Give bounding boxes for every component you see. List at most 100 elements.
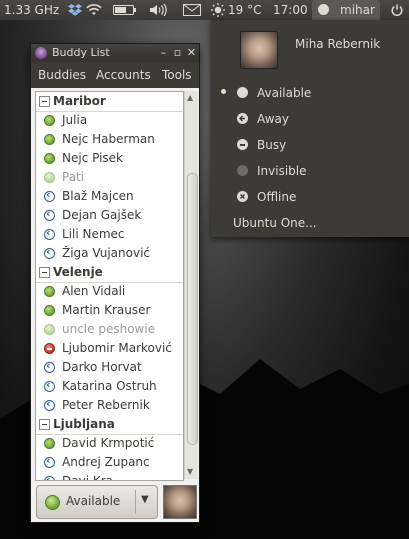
chevron-down-icon[interactable]: ▼	[141, 494, 149, 505]
me-menu-button[interactable]: mihar	[312, 0, 380, 20]
available-icon	[237, 87, 248, 98]
status-available-icon	[318, 4, 329, 15]
scrollbar[interactable]: ▲ ▼	[184, 91, 198, 479]
status-label: Available	[257, 86, 312, 100]
buddy-row[interactable]: Darko Horvat	[36, 358, 183, 377]
status-away-icon	[44, 473, 55, 480]
group-header[interactable]: Maribor	[36, 92, 183, 112]
buddy-name: Nejc Pisek	[62, 151, 123, 165]
buddy-row[interactable]: Ljubomir Marković	[36, 339, 183, 358]
titlebar[interactable]: Buddy List – ▫ ✕	[31, 44, 199, 62]
user-name: mihar	[340, 3, 375, 17]
buddy-row[interactable]: Alen Vidali	[36, 282, 183, 301]
cpu-frequency[interactable]: 1.33 GHz	[4, 0, 59, 20]
status-label: Busy	[257, 138, 287, 152]
status-away-icon	[44, 397, 55, 411]
status-selector[interactable]: Available ▼	[36, 485, 158, 519]
ubuntu-one-item[interactable]: Ubuntu One...	[233, 216, 317, 230]
group-header[interactable]: Ljubljana	[36, 415, 183, 435]
status-idle-icon	[44, 172, 55, 183]
buddy-row[interactable]: Martin Krauser	[36, 301, 183, 320]
buddy-name: David Krmpotić	[62, 436, 155, 450]
status-label: Invisible	[257, 164, 307, 178]
buddy-row[interactable]: Davi Kra	[36, 472, 183, 481]
status-available-icon	[44, 115, 55, 126]
clock[interactable]: 17:00	[273, 0, 308, 20]
me-menu: Miha Rebernik Available Away Busy Invisi…	[211, 20, 409, 237]
buddy-name: Nejc Haberman	[62, 132, 155, 146]
buddy-row[interactable]: Peter Rebernik	[36, 396, 183, 415]
status-item-away[interactable]: Away	[211, 107, 409, 131]
status-idle-icon	[44, 324, 55, 335]
status-selector-label: Available	[66, 494, 121, 508]
top-panel: 1.33 GHz 19 °C 17:00 mihar	[0, 0, 409, 20]
status-available-icon	[44, 134, 55, 145]
status-bar: Available ▼	[31, 482, 199, 522]
buddy-name: Andrej Zupanc	[62, 455, 150, 469]
buddy-row[interactable]: Andrej Zupanc	[36, 453, 183, 472]
collapse-icon[interactable]	[39, 419, 50, 430]
maximize-icon[interactable]: ▫	[172, 46, 183, 59]
status-away-icon	[44, 207, 55, 221]
scroll-thumb[interactable]	[187, 173, 198, 445]
buddy-name: Davi Kra	[62, 474, 113, 481]
buddy-row[interactable]: Katarina Ostruh	[36, 377, 183, 396]
scroll-down-icon[interactable]: ▼	[187, 467, 193, 476]
power-icon[interactable]	[391, 0, 403, 20]
buddy-row[interactable]: Dejan Gajšek	[36, 206, 183, 225]
status-item-invisible[interactable]: Invisible	[211, 159, 409, 183]
menu-buddies[interactable]: Buddies	[38, 68, 86, 82]
dropbox-icon[interactable]	[68, 0, 82, 20]
buddy-list: Maribor Julia Nejc Haberman Nejc Pisek Pati B…	[35, 91, 184, 481]
buddy-name: Katarina Ostruh	[62, 379, 157, 393]
buddy-row[interactable]: Julia	[36, 111, 183, 130]
status-away-icon	[44, 378, 55, 392]
close-icon[interactable]: ✕	[186, 46, 197, 59]
buddy-row[interactable]: Nejc Pisek	[36, 149, 183, 168]
status-available-icon	[44, 438, 55, 449]
status-item-offline[interactable]: Offline	[211, 185, 409, 209]
weather-temperature[interactable]: 19 °C	[228, 0, 261, 20]
offline-icon	[237, 191, 248, 202]
buddy-row[interactable]: Žiga Vujanović	[36, 244, 183, 263]
available-icon	[45, 495, 60, 510]
buddy-row[interactable]: David Krmpotić	[36, 434, 183, 453]
mail-icon[interactable]	[183, 0, 201, 20]
buddy-icon-avatar[interactable]	[163, 485, 197, 519]
wifi-icon[interactable]	[86, 0, 102, 20]
volume-icon[interactable]	[150, 0, 170, 20]
invisible-icon	[237, 165, 248, 176]
minimize-icon[interactable]: –	[158, 46, 169, 59]
buddy-row[interactable]: Nejc Haberman	[36, 130, 183, 149]
status-item-busy[interactable]: Busy	[211, 133, 409, 157]
weather-sun-icon[interactable]	[210, 0, 226, 20]
buddy-name: Alen Vidali	[62, 284, 126, 298]
pidgin-icon	[35, 47, 47, 59]
status-item-available[interactable]: Available	[211, 81, 409, 105]
status-label: Away	[257, 112, 289, 126]
status-away-icon	[44, 359, 55, 373]
group-header[interactable]: Velenje	[36, 263, 183, 283]
buddy-list-window: Buddy List – ▫ ✕ Buddies Accounts Tools …	[31, 44, 199, 522]
scroll-up-icon[interactable]: ▲	[187, 93, 193, 102]
buddy-row[interactable]: Pati	[36, 168, 183, 187]
collapse-icon[interactable]	[39, 267, 50, 278]
status-available-icon	[44, 286, 55, 297]
busy-icon	[237, 139, 248, 150]
menu-tools[interactable]: Tools	[162, 68, 192, 82]
menu-accounts[interactable]: Accounts	[96, 68, 151, 82]
away-icon	[237, 113, 248, 124]
buddy-name: Ljubomir Marković	[62, 341, 172, 355]
buddy-name: Peter Rebernik	[62, 398, 150, 412]
me-menu-header[interactable]: Miha Rebernik	[211, 20, 409, 80]
buddy-row[interactable]: uncle peshowie	[36, 320, 183, 339]
buddy-name: Pati	[62, 170, 85, 184]
buddy-name: Žiga Vujanović	[62, 246, 151, 260]
collapse-icon[interactable]	[39, 96, 50, 107]
status-away-icon	[44, 245, 55, 259]
battery-icon[interactable]	[113, 0, 137, 20]
buddy-row[interactable]: Lili Nemec	[36, 225, 183, 244]
status-away-icon	[44, 188, 55, 202]
buddy-row[interactable]: Blaž Majcen	[36, 187, 183, 206]
buddy-name: Lili Nemec	[62, 227, 125, 241]
